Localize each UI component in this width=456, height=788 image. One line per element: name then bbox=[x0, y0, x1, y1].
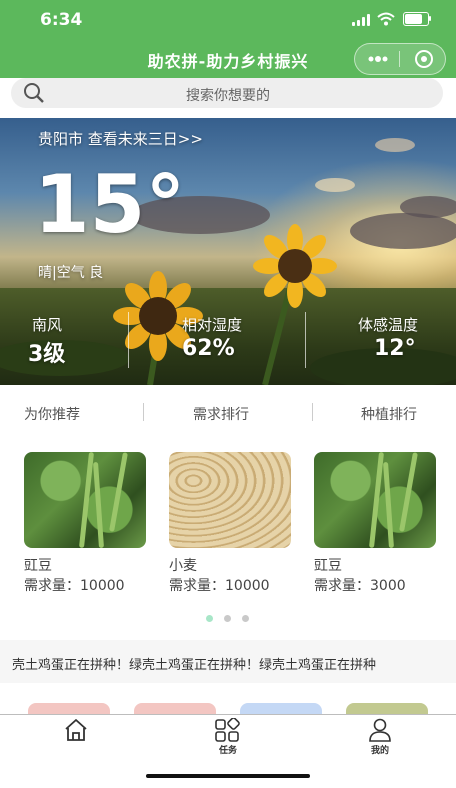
tab-planting-ranking[interactable]: 种植排行 bbox=[361, 404, 417, 424]
user-icon bbox=[369, 718, 391, 742]
humidity-label: 相对湿度 bbox=[182, 316, 243, 334]
search-input[interactable]: 搜索你想要的 bbox=[0, 85, 456, 105]
product-name[interactable]: 小麦 bbox=[169, 555, 197, 575]
status-time: 6:34 bbox=[40, 10, 83, 30]
home-icon bbox=[65, 719, 87, 741]
feels-like-label: 体感温度 bbox=[358, 316, 419, 334]
nav-item-mine[interactable]: 我的 bbox=[354, 716, 406, 762]
product-demand: 需求量：10000 bbox=[169, 578, 270, 594]
ticker-text: 壳土鸡蛋正在拼种！绿壳土鸡蛋正在拼种！绿壳土鸡蛋正在拼种 bbox=[12, 658, 377, 673]
battery-icon bbox=[403, 12, 429, 26]
mini-program-capsule bbox=[354, 43, 446, 75]
feels-like-value: 12° bbox=[374, 336, 416, 361]
product-image[interactable] bbox=[169, 452, 291, 548]
weather-condition: 晴|空气 良 bbox=[38, 265, 104, 281]
product-image[interactable] bbox=[24, 452, 146, 548]
product-name[interactable]: 豇豆 bbox=[24, 555, 52, 575]
product-demand: 需求量：3000 bbox=[314, 578, 406, 594]
more-dots-icon[interactable] bbox=[367, 53, 389, 65]
wind-value: 3级 bbox=[28, 342, 66, 367]
tab-demand-ranking[interactable]: 需求排行 bbox=[193, 404, 249, 424]
carousel-dot[interactable] bbox=[224, 615, 231, 622]
grid-tasks-icon bbox=[215, 718, 240, 742]
nav-label: 我的 bbox=[370, 746, 389, 756]
home-indicator bbox=[146, 774, 310, 778]
wind-label: 南风 bbox=[32, 316, 63, 334]
signal-icon bbox=[352, 14, 370, 26]
weather-city-link[interactable]: 贵阳市 查看未来三日>> bbox=[38, 128, 203, 149]
nav-item-tasks[interactable]: 任务 bbox=[202, 716, 254, 762]
carousel-dot[interactable] bbox=[206, 615, 213, 622]
product-name[interactable]: 豇豆 bbox=[314, 555, 342, 575]
product-image[interactable] bbox=[314, 452, 436, 548]
wifi-icon bbox=[377, 12, 395, 26]
nav-label: 任务 bbox=[218, 746, 237, 756]
product-demand: 需求量：10000 bbox=[24, 578, 125, 594]
carousel-dot[interactable] bbox=[242, 615, 249, 622]
humidity-value: 62% bbox=[182, 336, 235, 361]
target-circle-icon[interactable] bbox=[414, 49, 434, 69]
weather-temperature: 15° bbox=[34, 158, 186, 251]
tab-recommend[interactable]: 为你推荐 bbox=[24, 404, 80, 424]
nav-item-home[interactable] bbox=[50, 716, 102, 762]
